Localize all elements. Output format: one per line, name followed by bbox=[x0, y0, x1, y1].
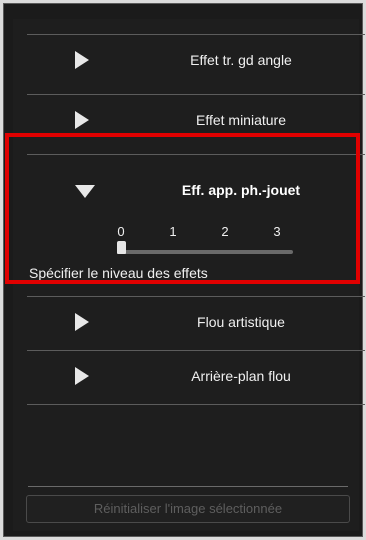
effect-row-artistic-blur[interactable]: Flou artistique bbox=[27, 296, 365, 351]
slider-tick-label: 0 bbox=[117, 224, 125, 239]
slider-ticks: 0 1 2 3 bbox=[27, 224, 365, 240]
footer-divider bbox=[28, 486, 348, 487]
slider-tick-label: 2 bbox=[221, 224, 229, 239]
effects-panel: Effet tr. gd angle Effet miniature Eff. … bbox=[3, 3, 365, 537]
reset-selected-image-button[interactable]: Réinitialiser l'image sélectionnée bbox=[26, 495, 350, 523]
effect-row-background-blur[interactable]: Arrière-plan flou bbox=[27, 350, 365, 405]
effect-label: Arrière-plan flou bbox=[191, 368, 291, 384]
list-divider bbox=[27, 404, 365, 405]
effect-level-slider-track[interactable] bbox=[123, 250, 293, 254]
effect-row-wide-angle[interactable]: Effet tr. gd angle bbox=[27, 34, 365, 89]
effect-level-slider-thumb[interactable] bbox=[117, 241, 126, 254]
collapse-triangle-icon[interactable] bbox=[75, 185, 95, 198]
effect-row-toy-camera-expanded: Eff. app. ph.-jouet 0 1 2 3 Spécifier le… bbox=[27, 154, 365, 297]
window-frame: Effet tr. gd angle Effet miniature Eff. … bbox=[0, 0, 366, 540]
effect-label: Effet miniature bbox=[195, 112, 286, 128]
effect-row-miniature[interactable]: Effet miniature bbox=[27, 94, 365, 149]
play-triangle-icon bbox=[75, 313, 89, 331]
play-triangle-icon bbox=[75, 111, 89, 129]
effect-level-description: Spécifier le niveau des effets bbox=[29, 265, 208, 281]
play-triangle-icon bbox=[75, 367, 89, 385]
effect-label: Effet tr. gd angle bbox=[190, 52, 292, 68]
effect-label[interactable]: Eff. app. ph.-jouet bbox=[137, 182, 345, 198]
slider-tick-label: 1 bbox=[169, 224, 177, 239]
play-triangle-icon bbox=[75, 51, 89, 69]
effects-list: Effet tr. gd angle Effet miniature Eff. … bbox=[13, 19, 365, 531]
slider-tick-label: 3 bbox=[273, 224, 281, 239]
effect-label: Flou artistique bbox=[197, 314, 285, 330]
